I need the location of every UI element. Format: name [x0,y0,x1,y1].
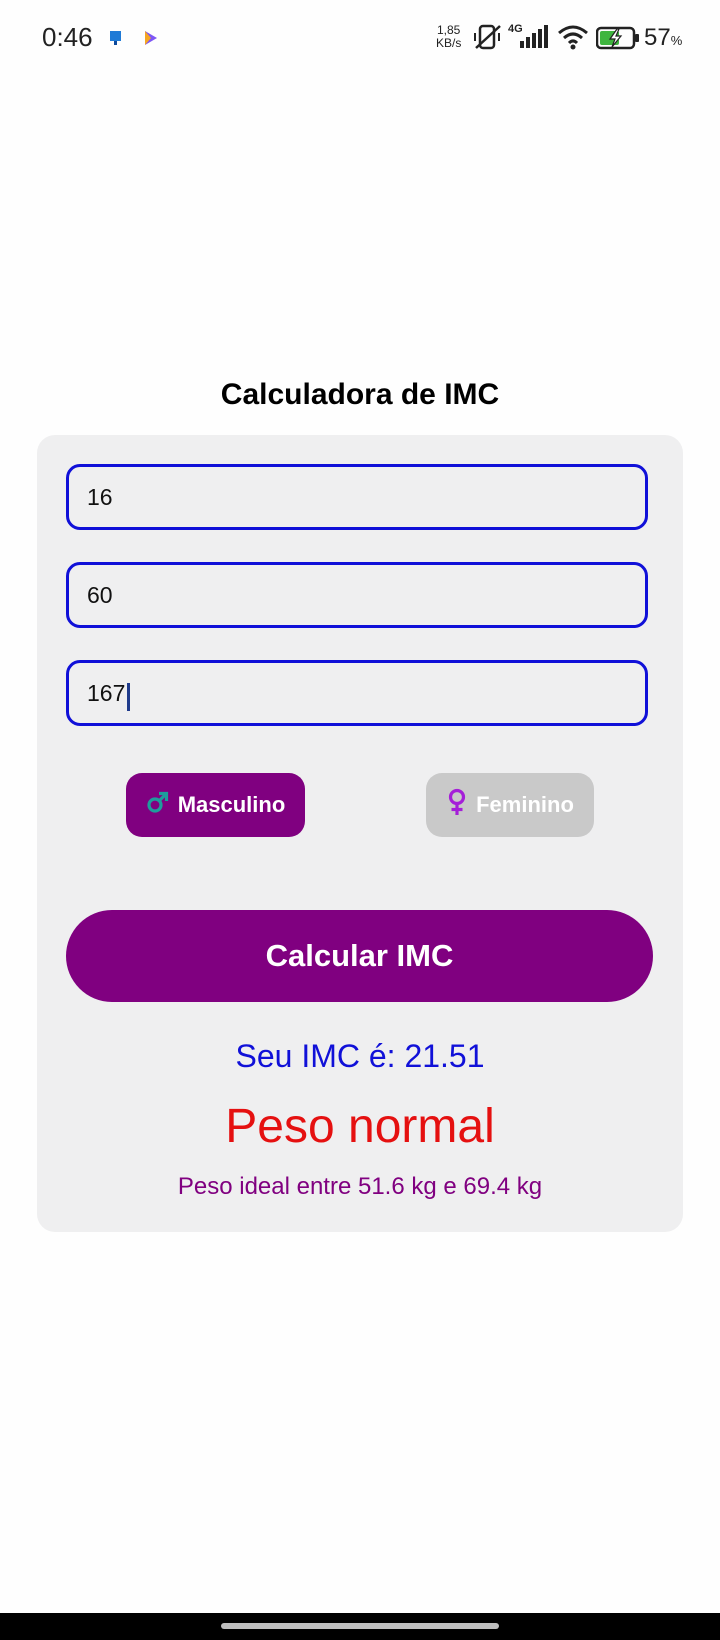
female-icon [446,788,476,822]
gender-female-label: Feminino [476,792,574,817]
imc-result-text: Seu IMC é: 21.51 [235,1038,485,1074]
cell-signal-icon [520,24,548,55]
weight-input[interactable] [87,565,627,625]
battery-icon [595,26,640,55]
play-store-icon [143,30,159,46]
ideal-weight-text: Peso ideal entre 51.6 kg e 69.4 kg [177,1173,543,1200]
network-speed: 1,85 KB/s [436,23,462,50]
weight-field[interactable] [66,562,648,628]
height-field[interactable] [66,660,648,726]
wifi-icon [557,24,589,55]
vibrate-off-icon [473,23,503,56]
imc-form-card: Masculino Feminino Calcular IMC Seu IMC … [37,435,683,1232]
calculate-imc-button[interactable]: Calcular IMC [66,910,653,1002]
gender-male-label: Masculino [177,792,286,817]
status-time: 0:46 [42,22,93,52]
page-title: Calculadora de IMC [220,378,500,411]
age-field[interactable] [66,464,648,530]
gender-female-button[interactable]: Feminino [426,773,594,837]
male-icon [146,790,178,820]
status-bar: 0:46 1,85 KB/s 4G 57% [0,0,720,78]
home-indicator[interactable] [221,1623,499,1629]
age-input[interactable] [87,467,627,527]
imc-classification: Peso normal [225,1100,495,1153]
app-notification-icon [108,30,124,46]
height-input[interactable] [87,663,627,723]
navigation-bar [0,1613,720,1640]
text-caret [127,683,130,711]
gender-male-button[interactable]: Masculino [126,773,305,837]
battery-percent: 57% [644,24,683,51]
